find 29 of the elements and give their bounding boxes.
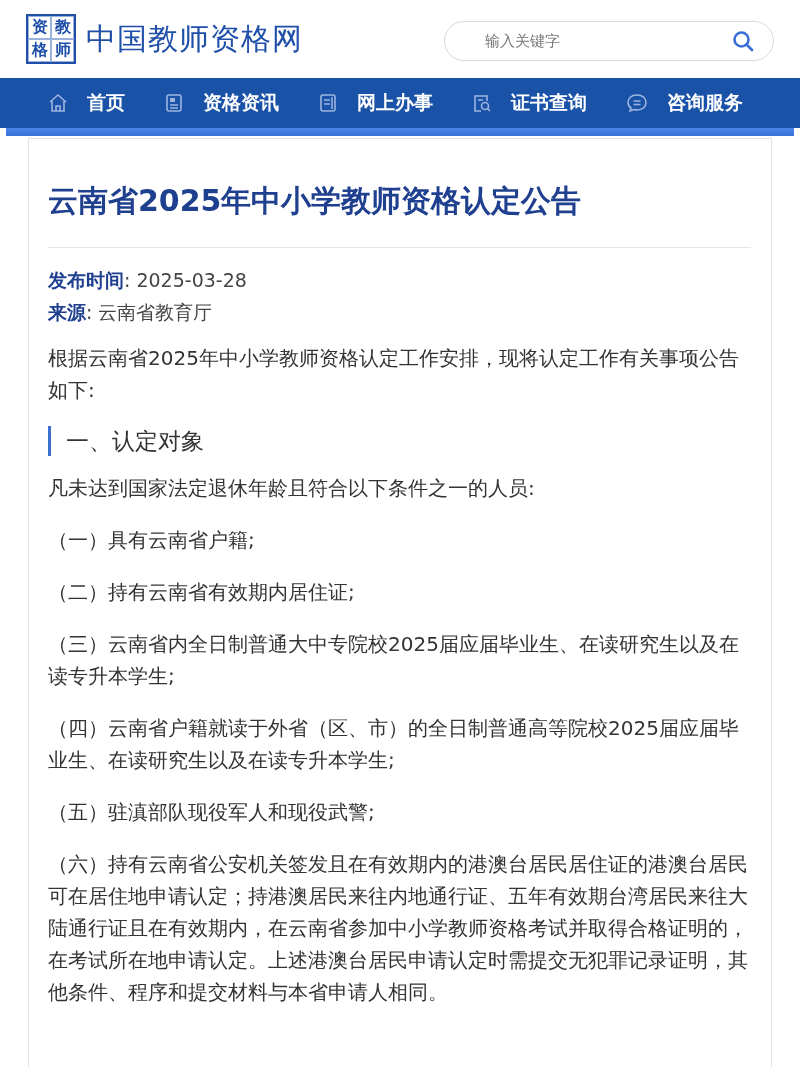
paragraph: （六）持有云南省公安机关签发且在有效期内的港澳台居民居住证的港澳台居民可在居住地申请认定；持港澳居民来往内地通行证、五年有效期台湾居民来往大陆通行证且在有效期内，在云南省参加中小学教师资格考试并取得合格证明的，在考试所在地申请认定。上述港澳台居民申请认定时需提交无犯罪记录证明，其他条件、程序和提交材料与本省申请人相同。	[48, 851, 749, 1006]
paragraph: 凡未达到国家法定退休年龄且符合以下条件之一的人员:	[48, 475, 536, 502]
article-title: 云南省2025年中小学教师资格认定公告	[48, 182, 583, 220]
house-icon	[47, 92, 69, 114]
chat-icon	[625, 92, 649, 114]
paragraph: （四）云南省户籍就读于外省（区、市）的全日制普通高等院校2025届应届毕业生、在读研究生以及在读专升本学生;	[48, 715, 740, 774]
paragraph: 根据云南省2025年中小学教师资格认定工作安排，现将认定工作有关事项公告如下:	[48, 345, 740, 404]
paragraph: （一）具有云南省户籍;	[48, 527, 256, 554]
search-field[interactable]: 输入关键字	[444, 21, 774, 61]
nav-item[interactable]: 首页	[47, 90, 125, 116]
nav-item[interactable]: 资格资讯	[163, 90, 279, 116]
document-icon	[317, 92, 339, 114]
meta-line: 来源: 云南省教育厅	[48, 300, 214, 325]
paragraph: （五）驻滇部队现役军人和现役武警;	[48, 799, 376, 826]
document-search-icon	[471, 92, 493, 114]
logo-character: 格	[28, 39, 51, 62]
meta-line: 发布时间: 2025-03-28	[48, 268, 248, 293]
search-icon[interactable]	[732, 30, 754, 52]
nav-item[interactable]: 网上办事	[317, 90, 433, 116]
paragraph: （二）持有云南省有效期内居住证;	[48, 579, 356, 606]
newspaper-icon	[163, 92, 185, 114]
site-name[interactable]: 中国教师资格网	[86, 18, 303, 60]
logo-character: 资	[28, 16, 51, 39]
paragraph: （三）云南省内全日制普通大中专院校2025届应届毕业生、在读研究生以及在读专升本学生;	[48, 631, 740, 690]
nav-item[interactable]: 证书查询	[471, 90, 587, 116]
nav-item[interactable]: 咨询服务	[625, 90, 743, 116]
logo-character: 教	[51, 16, 74, 39]
section-heading: 一、认定对象	[48, 426, 751, 456]
logo-character: 师	[51, 39, 74, 62]
